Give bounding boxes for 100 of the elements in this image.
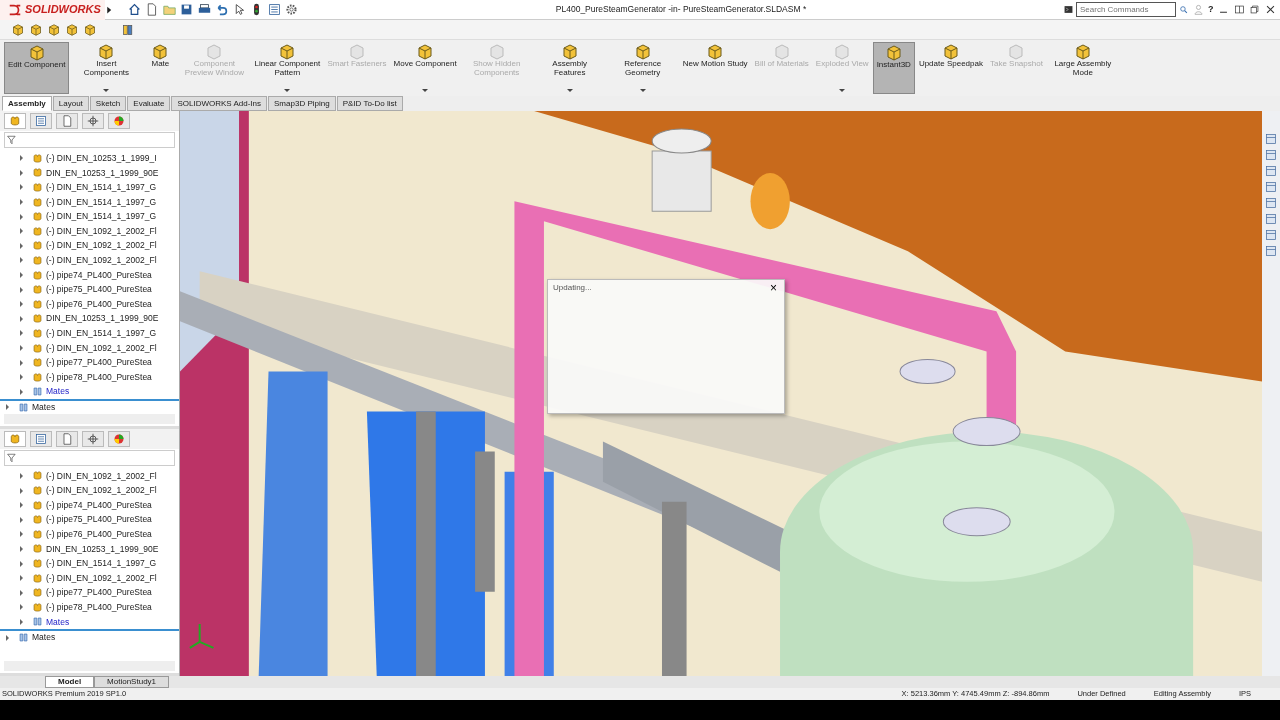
tree-item[interactable]: (-) pipe78_PL400_PureStea <box>0 369 179 385</box>
tree-item[interactable]: (-) DIN_EN_1514_1_1997_G <box>0 209 179 224</box>
ribbon-button[interactable]: Edit Component <box>4 42 70 94</box>
command-tab[interactable]: SOLIDWORKS Add-Ins <box>171 96 268 111</box>
help-button[interactable]: ? <box>1208 2 1214 17</box>
appearance-tab[interactable] <box>108 113 130 129</box>
ribbon-button[interactable]: Move Component <box>390 42 460 94</box>
appearance-tab[interactable] <box>108 430 130 447</box>
list-icon[interactable] <box>267 3 281 16</box>
feature-tree-tab[interactable] <box>4 113 26 129</box>
pane-icon[interactable] <box>1265 245 1277 257</box>
tree-item[interactable]: (-) DIN_EN_1092_1_2002_Fl <box>0 238 179 254</box>
graphics-area[interactable]: Updating... × <box>180 111 1262 676</box>
expand-icon[interactable] <box>20 359 23 366</box>
close-button[interactable]: × <box>768 282 779 294</box>
ribbon-button[interactable]: Linear Component Pattern <box>251 42 324 94</box>
tool-icon <box>634 44 651 60</box>
ribbon-button[interactable]: Insert Components <box>70 42 143 94</box>
tree-item[interactable]: (-) pipe77_PL400_PureStea <box>0 585 179 601</box>
ribbon-button[interactable]: Instant3D <box>872 42 915 94</box>
command-tab[interactable]: Smap3D Piping <box>268 96 336 111</box>
tree-item[interactable]: (-) pipe76_PL400_PureStea <box>0 527 179 542</box>
tree-item[interactable]: DIN_EN_10253_1_1999_90E <box>0 311 179 327</box>
restore-icon[interactable] <box>1249 4 1260 15</box>
feature-tree-tab[interactable] <box>4 430 26 447</box>
tree-item[interactable]: (-) DIN_EN_1092_1_2002_Fl <box>0 253 179 268</box>
ribbon-button[interactable]: Mate <box>143 42 178 94</box>
new-document-icon[interactable] <box>145 3 158 16</box>
tree-item[interactable]: Mates <box>0 629 179 644</box>
filter-field[interactable] <box>4 132 175 148</box>
component-icon[interactable] <box>30 23 42 36</box>
expand-icon[interactable] <box>20 184 23 191</box>
tree-item[interactable]: (-) pipe74_PL400_PureStea <box>0 267 179 283</box>
filter-field[interactable] <box>4 449 175 466</box>
search-field[interactable]: Search Commands <box>1076 2 1176 17</box>
dialog-title: Updating... <box>553 282 592 294</box>
undo-icon[interactable] <box>215 3 228 16</box>
tree-item[interactable]: (-) DIN_EN_1514_1_1997_G <box>0 326 179 341</box>
tree-item[interactable]: (-) pipe74_PL400_PureStea <box>0 497 179 513</box>
tree-item[interactable]: (-) DIN_EN_1092_1_2002_Fl <box>0 340 179 356</box>
tree-item[interactable]: (-) pipe75_PL400_PureStea <box>0 512 179 528</box>
component-icon <box>32 152 43 164</box>
tree-item[interactable]: (-) DIN_EN_1092_1_2002_Fl <box>0 468 179 484</box>
close-icon[interactable] <box>1264 4 1276 15</box>
ribbon-button[interactable]: Reference Geometry <box>606 42 679 94</box>
model-tab[interactable]: MotionStudy1 <box>94 676 170 688</box>
component-icon <box>32 269 43 281</box>
expand-icon[interactable] <box>20 473 23 479</box>
tree-item[interactable]: DIN_EN_10253_1_1999_90E <box>0 541 179 557</box>
tree-item[interactable]: DIN_EN_10253_1_1999_90E <box>0 165 179 181</box>
tree-item[interactable]: (-) DIN_EN_1092_1_2002_Fl <box>0 483 179 498</box>
ribbon-button[interactable]: Update Speedpak <box>915 42 986 94</box>
component-icon <box>32 499 43 511</box>
print-icon[interactable] <box>197 3 211 16</box>
axis-triad-icon <box>188 622 215 649</box>
tree-item[interactable]: Mates <box>0 614 179 630</box>
command-tab[interactable]: Sketch <box>89 96 127 111</box>
tree-item[interactable]: (-) DIN_EN_1514_1_1997_G <box>0 194 179 210</box>
expand-icon[interactable] <box>6 634 9 641</box>
tree-item[interactable]: (-) pipe76_PL400_PureStea <box>0 296 179 312</box>
command-tab[interactable]: Layout <box>52 96 89 111</box>
ribbon-button[interactable]: Assembly Features <box>533 42 606 94</box>
command-tab[interactable]: Assembly <box>2 96 52 111</box>
tree-item[interactable]: (-) pipe78_PL400_PureStea <box>0 600 179 615</box>
expand-icon[interactable] <box>20 330 23 337</box>
expand-icon[interactable] <box>6 404 9 411</box>
book-icon[interactable] <box>122 23 134 36</box>
tree-item[interactable]: Mates <box>0 384 179 400</box>
tree-item[interactable]: (-) pipe77_PL400_PureStea <box>0 355 179 370</box>
settings-icon[interactable] <box>285 3 298 16</box>
expand-icon[interactable] <box>20 345 23 351</box>
dimension-tab[interactable] <box>82 430 104 447</box>
pattern-icon[interactable] <box>48 23 60 36</box>
dimension-tab[interactable] <box>82 113 104 129</box>
ribbon-button[interactable]: New Motion Study <box>679 42 751 94</box>
save-icon[interactable] <box>180 3 193 16</box>
mate-icon[interactable] <box>84 23 96 36</box>
horizontal-scrollbar[interactable] <box>4 413 175 424</box>
tree-item[interactable]: (-) DIN_EN_1092_1_2002_Fl <box>0 570 179 586</box>
property-tab[interactable] <box>30 430 52 447</box>
tree-item[interactable]: (-) DIN_EN_1514_1_1997_G <box>0 180 179 195</box>
tree-item[interactable]: (-) DIN_EN_1514_1_1997_G <box>0 556 179 571</box>
tree-item[interactable]: (-) pipe75_PL400_PureStea <box>0 282 179 297</box>
property-tab[interactable] <box>30 113 52 129</box>
ribbon-button[interactable]: Large Assembly Mode <box>1046 42 1119 94</box>
edit-icon[interactable] <box>66 23 78 36</box>
expand-icon[interactable] <box>20 257 23 264</box>
component-icon <box>32 601 43 613</box>
tree-item[interactable]: (-) DIN_EN_1092_1_2002_Fl <box>0 223 179 239</box>
component-icon <box>32 284 43 296</box>
command-tab[interactable]: Evaluate <box>127 96 171 111</box>
model-tab[interactable]: Model <box>45 676 95 688</box>
configuration-tab[interactable] <box>56 113 78 129</box>
expand-icon[interactable] <box>20 560 23 567</box>
tile-icon[interactable] <box>1233 4 1245 15</box>
expand-icon[interactable] <box>20 487 23 494</box>
assembly-icon[interactable] <box>12 23 24 36</box>
tree-item[interactable]: (-) DIN_EN_10253_1_1999_I <box>0 151 179 166</box>
configuration-tab[interactable] <box>56 430 78 447</box>
command-tab[interactable]: P&ID To-Do list <box>336 96 403 111</box>
